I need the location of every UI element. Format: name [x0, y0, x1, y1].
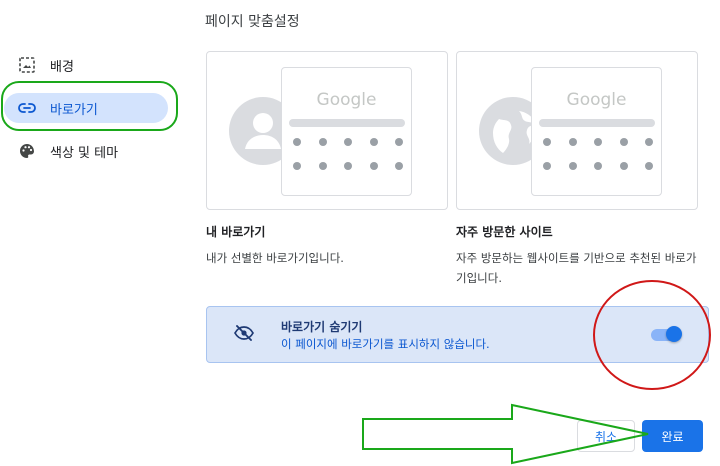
cancel-button[interactable]: 취소: [577, 420, 635, 452]
dialog-title: 페이지 맞춤설정: [205, 14, 300, 30]
hide-shortcuts-title: 바로가기 숨기기: [281, 320, 363, 334]
sidebar-item-shortcuts[interactable]: 바로가기: [4, 93, 168, 123]
hide-shortcuts-description: 이 페이지에 바로가기를 표시하지 않습니다.: [281, 337, 490, 351]
palette-icon: [18, 142, 36, 160]
eye-off-icon: [234, 325, 254, 345]
preview-search-bar: [289, 119, 405, 127]
preview-shortcut-row: [543, 138, 653, 146]
new-tab-preview: Google: [531, 67, 662, 196]
preview-search-bar: [539, 119, 655, 127]
new-tab-preview: Google: [281, 67, 412, 196]
image-icon: [18, 56, 36, 74]
most-visited-description: 자주 방문하는 웹사이트를 기반으로 추천된 바로가기입니다.: [456, 251, 697, 285]
sidebar-item-label: 바로가기: [50, 102, 98, 118]
link-icon: [18, 99, 36, 117]
toggle-knob: [666, 326, 682, 342]
sidebar-item-background[interactable]: 배경: [4, 50, 168, 80]
preview-shortcut-row: [293, 162, 403, 170]
hide-shortcuts-toggle[interactable]: [651, 326, 682, 342]
preview-logo: Google: [316, 90, 377, 110]
hide-shortcuts-row[interactable]: 바로가기 숨기기 이 페이지에 바로가기를 표시하지 않습니다.: [206, 306, 709, 363]
preview-logo: Google: [566, 90, 627, 110]
preview-shortcut-row: [543, 162, 653, 170]
done-button[interactable]: 완료: [642, 420, 703, 452]
most-visited-card[interactable]: Google: [456, 51, 698, 210]
my-shortcuts-title: 내 바로가기: [206, 225, 266, 239]
my-shortcuts-card[interactable]: Google: [206, 51, 448, 210]
my-shortcuts-description: 내가 선별한 바로가기입니다.: [206, 251, 344, 265]
sidebar-item-label: 배경: [50, 59, 74, 75]
preview-shortcut-row: [293, 138, 403, 146]
most-visited-title: 자주 방문한 사이트: [456, 225, 553, 239]
sidebar-item-label: 색상 및 테마: [50, 145, 119, 161]
sidebar-item-color-theme[interactable]: 색상 및 테마: [4, 136, 168, 166]
